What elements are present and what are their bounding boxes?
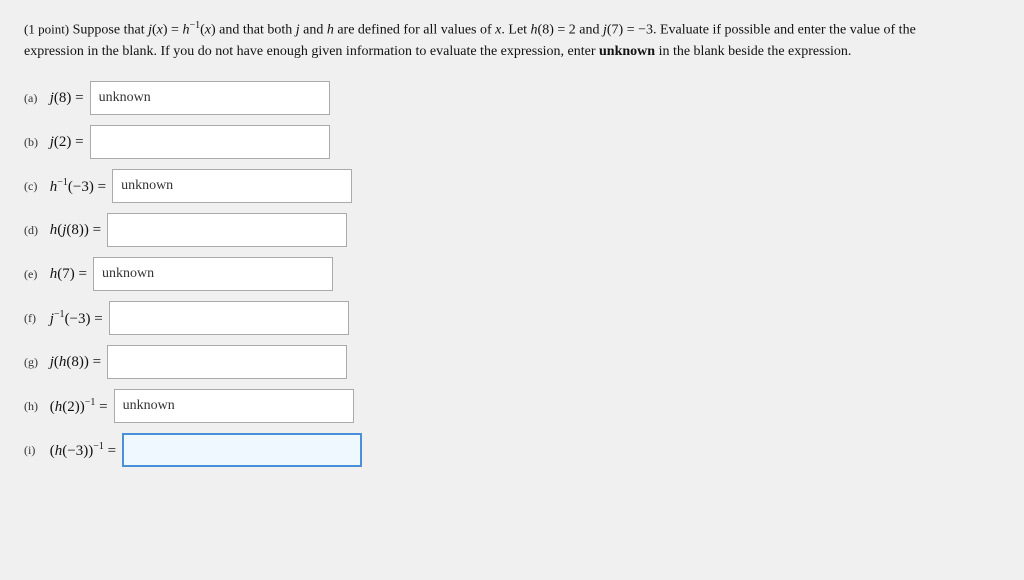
- part-g-label: (g): [24, 355, 46, 370]
- part-e-input[interactable]: [93, 257, 333, 291]
- part-a-row: (a) j(8) =: [24, 81, 1000, 115]
- part-i-row: (i) (h(−3))−1 =: [24, 433, 1000, 467]
- part-d-expr: h(j(8)) =: [46, 222, 101, 239]
- part-b-row: (b) j(2) =: [24, 125, 1000, 159]
- part-a-expr: j(8) =: [46, 90, 84, 107]
- part-g-row: (g) j(h(8)) =: [24, 345, 1000, 379]
- part-e-row: (e) h(7) =: [24, 257, 1000, 291]
- part-b-expr: j(2) =: [46, 134, 84, 151]
- part-i-input[interactable]: [122, 433, 362, 467]
- point-label: (1 point): [24, 22, 69, 37]
- part-i-expr: (h(−3))−1 =: [46, 441, 116, 460]
- part-c-expr: h−1(−3) =: [46, 177, 106, 196]
- part-f-expr: j−1(−3) =: [46, 309, 103, 328]
- part-d-label: (d): [24, 223, 46, 238]
- part-h-row: (h) (h(2))−1 =: [24, 389, 1000, 423]
- part-b-label: (b): [24, 135, 46, 150]
- part-h-expr: (h(2))−1 =: [46, 397, 108, 416]
- part-c-row: (c) h−1(−3) =: [24, 169, 1000, 203]
- part-i-label: (i): [24, 443, 46, 458]
- part-h-label: (h): [24, 399, 46, 414]
- part-f-row: (f) j−1(−3) =: [24, 301, 1000, 335]
- part-g-input[interactable]: [107, 345, 347, 379]
- part-h-input[interactable]: [114, 389, 354, 423]
- part-c-input[interactable]: [112, 169, 352, 203]
- part-e-label: (e): [24, 267, 46, 282]
- problem-statement: (1 point) Suppose that j(x) = h−1(x) and…: [24, 18, 944, 63]
- part-d-input[interactable]: [107, 213, 347, 247]
- part-f-label: (f): [24, 311, 46, 326]
- part-d-row: (d) h(j(8)) =: [24, 213, 1000, 247]
- part-a-input[interactable]: [90, 81, 330, 115]
- part-c-label: (c): [24, 179, 46, 194]
- part-f-input[interactable]: [109, 301, 349, 335]
- part-g-expr: j(h(8)) =: [46, 354, 101, 371]
- part-a-label: (a): [24, 91, 46, 106]
- part-e-expr: h(7) =: [46, 266, 87, 283]
- part-b-input[interactable]: [90, 125, 330, 159]
